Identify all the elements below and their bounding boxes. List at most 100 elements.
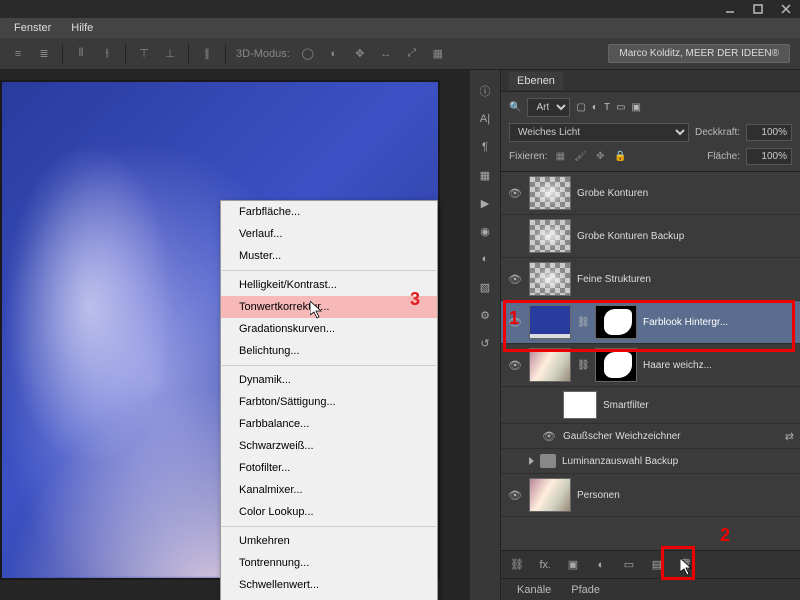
layer-name[interactable]: Luminanzauswahl Backup xyxy=(562,456,794,467)
filter-smart-icon[interactable]: ▣ xyxy=(632,102,641,113)
new-layer-icon[interactable]: ▤ xyxy=(649,557,665,573)
visibility-icon[interactable]: 👁 xyxy=(507,357,523,373)
layer-thumb[interactable] xyxy=(529,348,571,382)
layer-name[interactable]: Farblook Hintergr... xyxy=(643,317,794,328)
distribute-h-icon[interactable]: ⫴ xyxy=(73,46,89,62)
info-panel-icon[interactable]: ⓘ xyxy=(476,82,494,100)
orbit-icon[interactable]: ◯ xyxy=(300,46,316,62)
swatches-panel-icon[interactable]: ▦ xyxy=(476,166,494,184)
layer-smartfilter-row[interactable]: Smartfilter xyxy=(501,387,800,424)
workspace-switcher[interactable]: Marco Kolditz, MEER DER IDEEN® xyxy=(608,44,790,63)
menu-gradient[interactable]: Verlauf... xyxy=(221,223,437,245)
layer-filter-select[interactable]: Art xyxy=(527,98,570,117)
lock-transparent-icon[interactable]: ▦ xyxy=(553,150,567,164)
roll-icon[interactable]: ◐ xyxy=(326,46,342,62)
adjustments-panel-icon[interactable]: ◐ xyxy=(476,250,494,268)
align-center-icon[interactable]: ≣ xyxy=(36,46,52,62)
link-icon[interactable]: ⛓ xyxy=(577,360,589,371)
new-adjustment-layer-icon[interactable]: ◐ xyxy=(593,557,609,573)
window-minimize[interactable] xyxy=(716,1,744,17)
filter-shape-icon[interactable]: ▭ xyxy=(616,102,625,113)
menu-threshold[interactable]: Schwellenwert... xyxy=(221,574,437,596)
layer-name[interactable]: Feine Strukturen xyxy=(577,274,794,285)
layer-thumb[interactable] xyxy=(563,391,597,419)
layer-name[interactable]: Personen xyxy=(577,490,794,501)
disclosure-icon[interactable] xyxy=(529,457,534,465)
layer-row[interactable]: 👁 Grobe Konturen xyxy=(501,172,800,215)
lock-image-icon[interactable]: 🖌 xyxy=(573,150,587,164)
menu-vibrance[interactable]: Dynamik... xyxy=(221,369,437,391)
styles-panel-icon[interactable]: ▧ xyxy=(476,278,494,296)
camera-icon[interactable]: ▦ xyxy=(430,46,446,62)
color-panel-icon[interactable]: ◉ xyxy=(476,222,494,240)
align-bottom-icon[interactable]: ⊥ xyxy=(162,46,178,62)
distribute-v-icon[interactable]: ⫲ xyxy=(99,46,115,62)
menu-photo-filter[interactable]: Fotofilter... xyxy=(221,457,437,479)
layer-thumb[interactable] xyxy=(529,262,571,296)
window-close[interactable] xyxy=(772,1,800,17)
menu-brightness-contrast[interactable]: Helligkeit/Kontrast... xyxy=(221,274,437,296)
menu-curves[interactable]: Gradationskurven... xyxy=(221,318,437,340)
layer-thumb[interactable] xyxy=(529,219,571,253)
bars-icon[interactable]: ∥ xyxy=(199,46,215,62)
visibility-icon[interactable]: 👁 xyxy=(541,428,557,444)
layer-row[interactable]: 👁 ⛓ Haare weichz... xyxy=(501,344,800,387)
menu-exposure[interactable]: Belichtung... xyxy=(221,340,437,362)
play-panel-icon[interactable]: ▶ xyxy=(476,194,494,212)
menu-channel-mixer[interactable]: Kanalmixer... xyxy=(221,479,437,501)
layer-filter-row[interactable]: 👁 Gaußscher Weichzeichner ⇄ xyxy=(501,424,800,449)
menu-color-lookup[interactable]: Color Lookup... xyxy=(221,501,437,523)
opacity-field[interactable] xyxy=(746,124,792,141)
menu-hue-saturation[interactable]: Farbton/Sättigung... xyxy=(221,391,437,413)
paragraph-panel-icon[interactable]: ¶ xyxy=(476,138,494,156)
menu-hilfe[interactable]: Hilfe xyxy=(63,20,101,36)
menu-posterize[interactable]: Tontrennung... xyxy=(221,552,437,574)
visibility-icon[interactable] xyxy=(541,397,557,413)
menu-solid-color[interactable]: Farbfläche... xyxy=(221,201,437,223)
filter-image-icon[interactable]: ▢ xyxy=(576,102,585,113)
menu-color-balance[interactable]: Farbbalance... xyxy=(221,413,437,435)
visibility-icon[interactable]: 👁 xyxy=(507,185,523,201)
filter-adjust-icon[interactable]: ◐ xyxy=(592,102,598,113)
layer-name[interactable]: Grobe Konturen xyxy=(577,188,794,199)
blend-mode-select[interactable]: Weiches Licht xyxy=(509,123,689,142)
new-group-icon[interactable]: ▭ xyxy=(621,557,637,573)
align-top-icon[interactable]: ⊤ xyxy=(136,46,152,62)
menu-fenster[interactable]: Fenster xyxy=(6,20,59,36)
layer-row[interactable]: 👁 Feine Strukturen xyxy=(501,258,800,301)
character-panel-icon[interactable]: A| xyxy=(476,110,494,128)
layer-thumb[interactable] xyxy=(529,478,571,512)
pan-icon[interactable]: ✥ xyxy=(352,46,368,62)
menu-black-white[interactable]: Schwarzweiß... xyxy=(221,435,437,457)
layer-name[interactable]: Smartfilter xyxy=(603,400,794,411)
channels-tab[interactable]: Kanäle xyxy=(509,582,559,598)
fill-field[interactable] xyxy=(746,148,792,165)
menu-gradient-map[interactable]: Verlaufsumsetzung... xyxy=(221,596,437,600)
layer-mask-thumb[interactable] xyxy=(595,348,637,382)
layer-thumb[interactable] xyxy=(529,176,571,210)
paths-tab[interactable]: Pfade xyxy=(563,582,608,598)
slide-icon[interactable]: ↔ xyxy=(378,46,394,62)
window-maximize[interactable] xyxy=(744,1,772,17)
layer-name[interactable]: Grobe Konturen Backup xyxy=(577,231,794,242)
layer-row-selected[interactable]: 👁 ⛓ Farblook Hintergr... xyxy=(501,301,800,344)
visibility-icon[interactable]: 👁 xyxy=(507,271,523,287)
lock-all-icon[interactable]: 🔒 xyxy=(613,150,627,164)
link-icon[interactable]: ⛓ xyxy=(577,317,589,328)
fx-icon[interactable]: fx. xyxy=(537,557,553,573)
lock-position-icon[interactable]: ✥ xyxy=(593,150,607,164)
menu-invert[interactable]: Umkehren xyxy=(221,530,437,552)
layer-group-row[interactable]: Luminanzauswahl Backup xyxy=(501,449,800,474)
align-left-icon[interactable]: ≡ xyxy=(10,46,26,62)
layer-mask-thumb[interactable] xyxy=(595,305,637,339)
filter-options-icon[interactable]: ⇄ xyxy=(785,430,794,443)
history-panel-icon[interactable]: ↺ xyxy=(476,334,494,352)
layer-name[interactable]: Haare weichz... xyxy=(643,360,794,371)
visibility-icon[interactable] xyxy=(507,453,523,469)
scale-icon[interactable]: ⤢ xyxy=(404,46,420,62)
layer-name[interactable]: Gaußscher Weichzeichner xyxy=(563,431,779,442)
properties-panel-icon[interactable]: ⚙ xyxy=(476,306,494,324)
layer-mask-icon[interactable]: ▣ xyxy=(565,557,581,573)
layer-thumb[interactable] xyxy=(529,305,571,339)
filter-type-icon[interactable]: T xyxy=(604,102,610,113)
